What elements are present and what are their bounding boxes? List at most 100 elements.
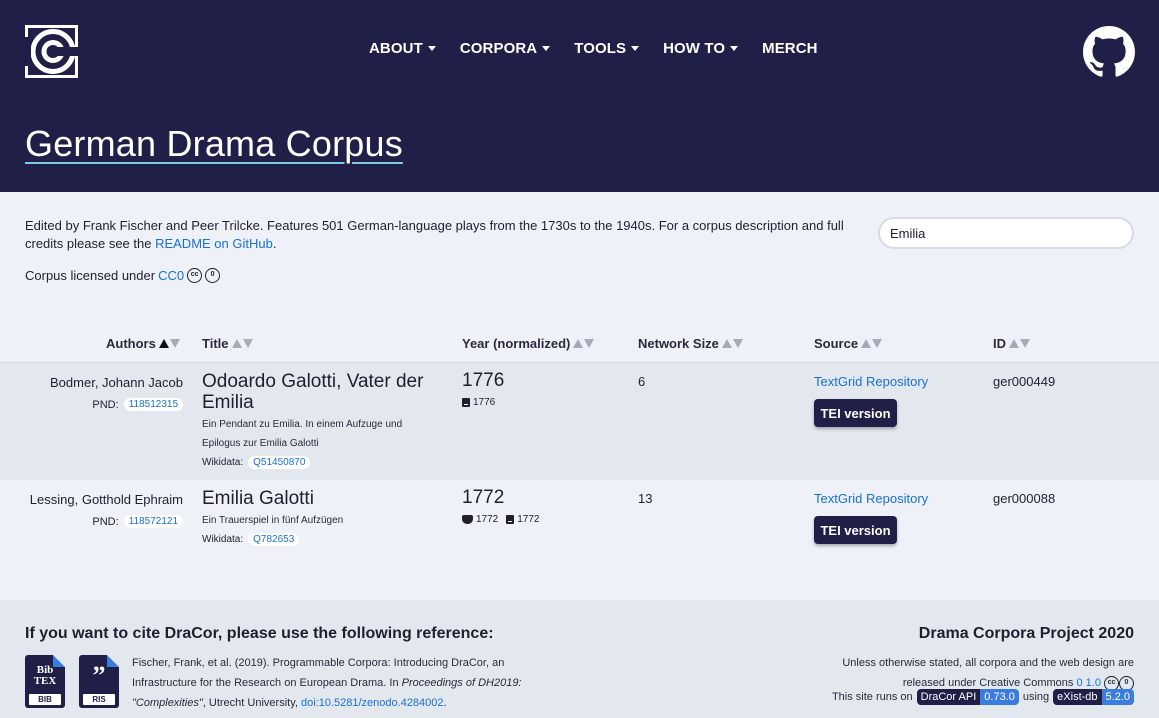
- author-name: Bodmer, Johann Jacob: [50, 375, 183, 390]
- dracor-logo-icon[interactable]: [25, 25, 78, 78]
- nav-howto-label: HOW TO: [663, 40, 726, 57]
- play-subtitle: Ein Pendant zu Emilia. In einem Aufzuge …: [202, 419, 403, 449]
- year-normalized: 1776: [462, 370, 505, 391]
- search-input[interactable]: [878, 217, 1134, 249]
- wikidata-link[interactable]: Q782653: [248, 533, 300, 546]
- chevron-down-icon: [427, 46, 436, 51]
- corpus-description: Edited by Frank Fischer and Peer Trilcke…: [25, 217, 845, 253]
- theater-mask-icon: [462, 515, 473, 524]
- nav-merch-label: MERCH: [762, 40, 818, 57]
- using-label: using: [1022, 691, 1050, 703]
- cc-icon: cc: [187, 268, 203, 283]
- pnd-link[interactable]: 118512315: [123, 398, 183, 411]
- cite-text-2: , Utrecht University,: [202, 697, 301, 709]
- col-header-id[interactable]: ID: [993, 336, 1030, 351]
- year-details: 1776: [462, 397, 495, 408]
- bibtex-icon: Bib TEX: [33, 664, 57, 687]
- play-title-link[interactable]: Emilia Galotti: [202, 488, 452, 509]
- play-title-link[interactable]: Odoardo Galotti, Vater der Emilia: [202, 371, 452, 413]
- year-details: 1772 1772: [462, 514, 540, 525]
- sort-icon: [231, 339, 253, 348]
- nav-about-label: ABOUT: [369, 40, 423, 57]
- license-prefix: Corpus licensed under: [25, 268, 156, 283]
- nav-howto[interactable]: HOW TO: [663, 40, 739, 57]
- nav-merch[interactable]: MERCH: [762, 40, 818, 57]
- col-header-title[interactable]: Title: [202, 336, 253, 351]
- wikidata-label: Wikidata:: [202, 457, 244, 468]
- runs-prefix: This site runs on: [831, 691, 913, 703]
- source-link[interactable]: TextGrid Repository: [814, 491, 928, 506]
- col-header-network-size[interactable]: Network Size: [638, 336, 743, 351]
- table-row: Lessing, Gotthold Ephraim PND: 118572121 …: [0, 480, 1159, 598]
- zero-icon: 0: [205, 268, 221, 283]
- book-icon: [462, 398, 470, 407]
- sort-icon: [1009, 339, 1030, 348]
- doi-link[interactable]: doi:10.5281/zenodo.4284002: [301, 697, 444, 709]
- nav-tools-label: TOOLS: [574, 40, 627, 57]
- play-id: ger000449: [993, 374, 1056, 389]
- ris-label: RIS: [83, 694, 115, 705]
- play-id: ger000088: [993, 491, 1056, 506]
- db-version: 5.2.0: [1101, 689, 1134, 705]
- col-header-authors-label: Authors: [106, 336, 156, 351]
- premiere-year: 1772: [462, 514, 498, 525]
- network-size: 13: [638, 491, 653, 506]
- sort-icon: [158, 339, 180, 348]
- cc0-link[interactable]: CC0: [158, 268, 184, 283]
- year-normalized: 1772: [462, 487, 505, 508]
- site-header: ABOUT CORPORA TOOLS HOW TO MERCH German …: [0, 0, 1159, 192]
- citation-text: Fischer, Frank, et al. (2019). Programma…: [132, 653, 572, 713]
- intro-text: Edited by Frank Fischer and Peer Trilcke…: [25, 218, 844, 251]
- source-link[interactable]: TextGrid Repository: [814, 374, 928, 389]
- dracor-api-badge[interactable]: DraCor API 0.73.0: [916, 689, 1019, 705]
- pnd-label: PND:: [92, 515, 119, 528]
- page-title[interactable]: German Drama Corpus: [25, 123, 403, 165]
- cite-heading: If you want to cite DraCor, please use t…: [25, 625, 494, 642]
- nav-tools[interactable]: TOOLS: [574, 40, 640, 57]
- col-header-authors[interactable]: Authors: [106, 336, 180, 351]
- printed-year-value: 1772: [517, 514, 540, 525]
- main-nav: ABOUT CORPORA TOOLS HOW TO MERCH: [369, 40, 818, 57]
- pnd-line: PND: 118512315: [92, 398, 183, 411]
- api-version: 0.73.0: [980, 689, 1019, 705]
- license-line: Corpus licensed under CC0 cc 0: [25, 268, 221, 283]
- ris-download[interactable]: ” RIS: [79, 655, 119, 708]
- pnd-link[interactable]: 118572121: [123, 515, 183, 528]
- col-header-network-label: Network Size: [638, 336, 719, 351]
- site-footer: If you want to cite DraCor, please use t…: [0, 600, 1159, 718]
- api-name: DraCor API: [916, 689, 981, 705]
- sort-icon: [573, 339, 595, 348]
- printed-year: 1776: [462, 397, 495, 408]
- cite-text-3: .: [443, 697, 447, 709]
- wikidata-line: Wikidata: Q51450870: [202, 456, 311, 469]
- nav-corpora[interactable]: CORPORA: [459, 40, 551, 57]
- play-subtitle: Ein Trauerspiel in fünf Aufzügen: [202, 515, 344, 526]
- cc-license-link[interactable]: 0 1.0: [1076, 677, 1100, 689]
- play-title-line1: Emilia Galotti: [202, 488, 314, 509]
- sort-icon: [861, 339, 883, 348]
- exist-db-badge[interactable]: eXist-db 5.2.0: [1053, 689, 1134, 705]
- printed-year: 1772: [506, 514, 540, 525]
- db-name: eXist-db: [1053, 689, 1102, 705]
- book-icon: [506, 515, 515, 524]
- network-size: 6: [638, 374, 646, 389]
- col-header-source[interactable]: Source: [814, 336, 883, 351]
- tei-version-button[interactable]: TEI version: [814, 399, 897, 427]
- col-header-source-label: Source: [814, 336, 859, 351]
- github-icon[interactable]: [1083, 26, 1135, 78]
- wikidata-link[interactable]: Q51450870: [248, 456, 311, 469]
- readme-link[interactable]: README on GitHub: [155, 236, 273, 251]
- col-header-year[interactable]: Year (normalized): [462, 336, 595, 351]
- bib-download[interactable]: Bib TEX BIB: [25, 655, 65, 708]
- nav-corpora-label: CORPORA: [459, 40, 538, 57]
- nav-about[interactable]: ABOUT: [369, 40, 436, 57]
- pnd-line: PND: 118572121: [92, 515, 183, 528]
- col-header-year-label: Year (normalized): [462, 336, 571, 351]
- tei-version-button[interactable]: TEI version: [814, 516, 897, 544]
- col-header-id-label: ID: [993, 336, 1006, 351]
- premiere-year-value: 1772: [476, 514, 499, 525]
- chevron-down-icon: [631, 46, 640, 51]
- chevron-down-icon: [542, 46, 551, 51]
- wikidata-label: Wikidata:: [202, 534, 244, 545]
- play-title-line2: Emilia: [202, 392, 254, 413]
